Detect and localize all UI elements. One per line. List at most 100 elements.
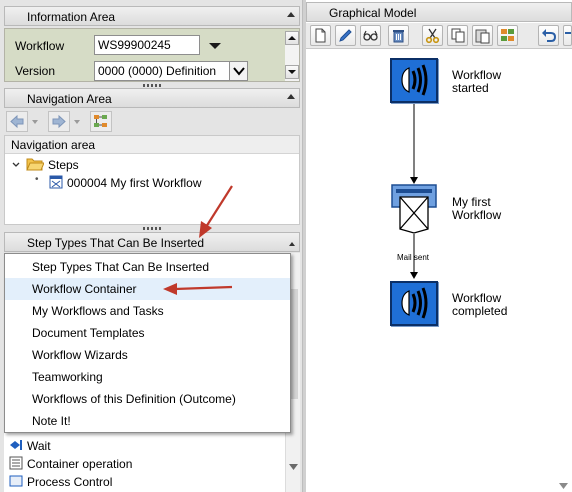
copy-button[interactable] bbox=[447, 25, 468, 46]
undo-icon bbox=[542, 29, 557, 42]
display-button[interactable] bbox=[360, 25, 381, 46]
redo-button[interactable] bbox=[563, 25, 572, 46]
information-area-body: Workflow WS99900245 Version 0000 (0000) … bbox=[4, 28, 300, 82]
insert-button[interactable] bbox=[497, 25, 518, 46]
menu-item-step-types[interactable]: Step Types That Can Be Inserted bbox=[5, 256, 290, 278]
forward-menu-arrow-icon[interactable] bbox=[74, 119, 80, 125]
menu-item-label: Workflow Wizards bbox=[32, 348, 128, 362]
menu-item-label: Workflows of this Definition (Outcome) bbox=[32, 392, 236, 406]
paste-icon bbox=[475, 29, 490, 44]
expand-chevron-icon[interactable] bbox=[11, 160, 21, 170]
version-select[interactable]: 0000 (0000) Definition bbox=[94, 61, 248, 81]
scroll-up-arrow-icon bbox=[288, 36, 296, 40]
workflow-completed-node[interactable] bbox=[390, 281, 438, 326]
delete-button[interactable] bbox=[388, 25, 409, 46]
version-dropdown-button[interactable] bbox=[229, 62, 247, 80]
navigation-area-title: Navigation Area bbox=[27, 92, 112, 106]
workflow-label: Workflow bbox=[15, 39, 65, 53]
menu-item-label: My Workflows and Tasks bbox=[32, 304, 164, 318]
info-scrollbar[interactable] bbox=[285, 31, 299, 81]
dropdown-triangle-icon[interactable] bbox=[208, 42, 222, 50]
chevron-down-icon bbox=[233, 67, 245, 76]
workflow-step-icon bbox=[49, 175, 63, 189]
trash-icon bbox=[393, 30, 404, 43]
menu-item-workflow-container[interactable]: Workflow Container bbox=[5, 278, 290, 300]
copy-icon bbox=[451, 28, 465, 43]
workflow-field-value: WS99900245 bbox=[98, 38, 171, 52]
menu-item-note-it[interactable]: Note It! bbox=[5, 410, 290, 432]
step-type-wait[interactable]: Wait bbox=[27, 439, 51, 453]
back-arrow-icon bbox=[10, 114, 24, 129]
scroll-up-button[interactable] bbox=[285, 31, 299, 45]
my-first-workflow-label: My first Workflow bbox=[452, 195, 502, 222]
my-first-workflow-node[interactable] bbox=[391, 184, 437, 234]
forward-button[interactable] bbox=[48, 111, 70, 132]
step-types-dropdown-menu: Step Types That Can Be Inserted Workflow… bbox=[4, 253, 291, 433]
menu-item-document-templates[interactable]: Document Templates bbox=[5, 322, 290, 344]
collapse-arrow-icon[interactable] bbox=[287, 94, 295, 99]
navigation-area-label: Navigation area bbox=[11, 138, 96, 152]
paste-button[interactable] bbox=[472, 25, 493, 46]
workflow-started-node[interactable] bbox=[390, 58, 438, 103]
collapse-arrow-icon[interactable] bbox=[287, 12, 295, 17]
menu-item-label: Teamworking bbox=[32, 370, 103, 384]
collapse-arrow-icon[interactable] bbox=[289, 242, 295, 246]
step-types-header[interactable]: Step Types That Can Be Inserted bbox=[4, 232, 300, 252]
edit-button[interactable] bbox=[335, 25, 356, 46]
graphical-model-header: Graphical Model bbox=[306, 2, 572, 22]
forward-arrow-icon bbox=[52, 114, 66, 129]
container-operation-icon bbox=[9, 456, 23, 470]
event-icon bbox=[401, 64, 428, 96]
step-types-title: Step Types That Can Be Inserted bbox=[27, 236, 204, 250]
version-select-value: 0000 (0000) Definition bbox=[98, 64, 217, 78]
menu-item-label: Step Types That Can Be Inserted bbox=[32, 260, 209, 274]
mail-step-icon bbox=[391, 184, 437, 234]
menu-item-workflow-wizards[interactable]: Workflow Wizards bbox=[5, 344, 290, 366]
event-icon bbox=[401, 287, 428, 319]
step-type-process-control[interactable]: Process Control bbox=[27, 475, 112, 489]
navigation-area-subheader: Navigation area bbox=[5, 136, 299, 154]
menu-item-label: Document Templates bbox=[32, 326, 145, 340]
workflow-started-label: Workflow started bbox=[452, 68, 502, 95]
scroll-down-button[interactable] bbox=[285, 65, 299, 79]
new-button[interactable] bbox=[310, 25, 331, 46]
graphical-model-title: Graphical Model bbox=[329, 6, 417, 20]
navigation-tree-panel: Navigation area Steps • 000004 My first … bbox=[4, 135, 300, 225]
resize-grip[interactable] bbox=[143, 84, 161, 87]
steps-tree-label[interactable]: Steps bbox=[48, 158, 79, 172]
scroll-down-arrow-icon bbox=[288, 70, 296, 74]
workflow-field[interactable]: WS99900245 bbox=[94, 35, 200, 55]
workflow-tree-item[interactable]: 000004 My first Workflow bbox=[67, 176, 202, 190]
navigation-area-header[interactable]: Navigation Area bbox=[4, 88, 300, 108]
workflow-completed-label: Workflow completed bbox=[452, 291, 508, 318]
edit-pencil-icon bbox=[339, 29, 352, 42]
information-area-title: Information Area bbox=[27, 10, 116, 24]
menu-item-teamworking[interactable]: Teamworking bbox=[5, 366, 290, 388]
step-type-container-operation[interactable]: Container operation bbox=[27, 457, 132, 471]
menu-item-label: Note It! bbox=[32, 414, 71, 428]
back-menu-arrow-icon[interactable] bbox=[32, 119, 38, 125]
cut-scissors-icon bbox=[425, 28, 440, 44]
flow-edges bbox=[410, 102, 418, 279]
wait-icon bbox=[10, 440, 22, 450]
glasses-display-icon bbox=[363, 30, 378, 41]
menu-item-workflows-of-definition[interactable]: Workflows of this Definition (Outcome) bbox=[5, 388, 290, 410]
process-control-icon bbox=[9, 475, 23, 487]
graphical-toolbar bbox=[306, 23, 572, 49]
undo-button[interactable] bbox=[538, 25, 559, 46]
back-button[interactable] bbox=[6, 111, 28, 132]
redo-icon bbox=[565, 32, 571, 34]
menu-item-label: Workflow Container bbox=[32, 282, 137, 296]
list-scroll-down-icon[interactable] bbox=[288, 463, 299, 471]
mail-sent-edge-label: Mail sent bbox=[397, 253, 430, 262]
information-area-header[interactable]: Information Area bbox=[4, 6, 300, 26]
resize-grip[interactable] bbox=[143, 227, 161, 230]
version-label: Version bbox=[15, 64, 56, 78]
cut-button[interactable] bbox=[422, 25, 443, 46]
new-document-icon bbox=[315, 28, 326, 43]
menu-item-my-workflows[interactable]: My Workflows and Tasks bbox=[5, 300, 290, 322]
graphical-model-canvas[interactable]: Workflow started My first Workflow Mail … bbox=[306, 50, 572, 492]
insert-icon bbox=[501, 29, 514, 41]
canvas-scroll-down-icon[interactable] bbox=[558, 482, 569, 490]
structure-button[interactable] bbox=[90, 111, 112, 132]
